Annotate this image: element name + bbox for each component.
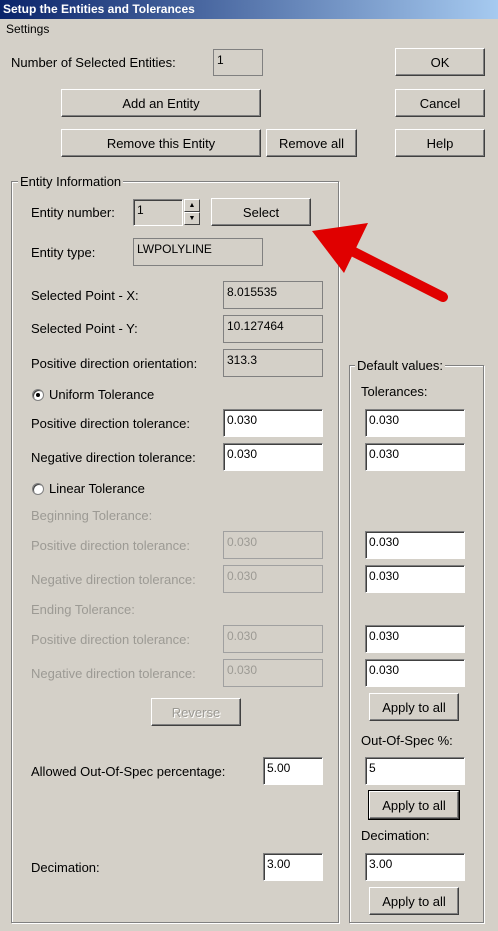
oos-input[interactable]: 5.00 [263, 757, 323, 785]
default-end-pos-input[interactable]: 0.030 [365, 625, 465, 653]
add-entity-button[interactable]: Add an Entity [61, 89, 261, 117]
ending-tolerance-label: Ending Tolerance: [31, 602, 135, 617]
decimation-label: Decimation: [31, 860, 100, 875]
annotation-arrow-head [312, 223, 368, 273]
decimation-input[interactable]: 3.00 [263, 853, 323, 881]
end-pos-input: 0.030 [223, 625, 323, 653]
point-x-label: Selected Point - X: [31, 288, 139, 303]
default-begin-pos-input[interactable]: 0.030 [365, 531, 465, 559]
begin-neg-label: Negative direction tolerance: [31, 572, 196, 587]
annotation-arrow-shaft [345, 245, 448, 302]
end-pos-label: Positive direction tolerance: [31, 632, 190, 647]
point-y-label: Selected Point - Y: [31, 321, 138, 336]
apply-all-decimation-button[interactable]: Apply to all [369, 887, 459, 915]
remove-all-button[interactable]: Remove all [266, 129, 357, 157]
entity-type-field: LWPOLYLINE [133, 238, 263, 266]
spin-down-icon[interactable]: ▼ [184, 212, 200, 225]
default-end-neg-input[interactable]: 0.030 [365, 659, 465, 687]
select-button[interactable]: Select [211, 198, 311, 226]
begin-pos-input: 0.030 [223, 531, 323, 559]
uniform-tolerance-radio[interactable] [32, 389, 44, 401]
entity-type-label: Entity type: [31, 245, 96, 260]
uniform-pos-input[interactable]: 0.030 [223, 409, 323, 437]
entity-number-spinner[interactable]: ▲ ▼ [184, 199, 200, 225]
menu-settings[interactable]: Settings [6, 19, 49, 39]
oos-label: Allowed Out-Of-Spec percentage: [31, 764, 226, 779]
entity-number-field[interactable]: 1 [133, 199, 183, 226]
help-button[interactable]: Help [395, 129, 485, 157]
default-oos-input[interactable]: 5 [365, 757, 465, 785]
begin-neg-input: 0.030 [223, 565, 323, 593]
ok-button[interactable]: OK [395, 48, 485, 76]
default-decimation-input[interactable]: 3.00 [365, 853, 465, 881]
annotation-arrow-icon [312, 223, 448, 302]
remove-entity-button[interactable]: Remove this Entity [61, 129, 261, 157]
end-neg-input: 0.030 [223, 659, 323, 687]
end-neg-label: Negative direction tolerance: [31, 666, 196, 681]
spin-up-icon[interactable]: ▲ [184, 199, 200, 212]
uniform-pos-label: Positive direction tolerance: [31, 416, 190, 431]
orientation-field: 313.3 [223, 349, 323, 377]
default-tolerances-label: Tolerances: [361, 384, 428, 399]
default-begin-neg-input[interactable]: 0.030 [365, 565, 465, 593]
apply-all-tolerances-button[interactable]: Apply to all [369, 693, 459, 721]
reverse-button: Reverse [151, 698, 241, 726]
apply-all-oos-button[interactable]: Apply to all [368, 790, 460, 820]
menu-bar: Settings [0, 19, 498, 39]
uniform-tolerance-label: Uniform Tolerance [49, 387, 155, 402]
default-decimation-label: Decimation: [361, 828, 430, 843]
num-selected-label: Number of Selected Entities: [11, 55, 176, 70]
window-title: Setup the Entities and Tolerances [0, 0, 498, 19]
uniform-neg-label: Negative direction tolerance: [31, 450, 196, 465]
orientation-label: Positive direction orientation: [31, 356, 198, 371]
begin-pos-label: Positive direction tolerance: [31, 538, 190, 553]
cancel-button[interactable]: Cancel [395, 89, 485, 117]
default-values-title: Default values: [355, 358, 445, 373]
linear-tolerance-radio[interactable] [32, 483, 44, 495]
beginning-tolerance-label: Beginning Tolerance: [31, 508, 153, 523]
default-oos-label: Out-Of-Spec %: [361, 733, 453, 748]
linear-tolerance-label: Linear Tolerance [49, 481, 145, 496]
default-uniform-neg-input[interactable]: 0.030 [365, 443, 465, 471]
default-uniform-pos-input[interactable]: 0.030 [365, 409, 465, 437]
num-selected-field: 1 [213, 49, 263, 76]
uniform-neg-input[interactable]: 0.030 [223, 443, 323, 471]
entity-info-title: Entity Information [18, 174, 124, 189]
point-y-field: 10.127464 [223, 315, 323, 343]
entity-number-label: Entity number: [31, 205, 115, 220]
